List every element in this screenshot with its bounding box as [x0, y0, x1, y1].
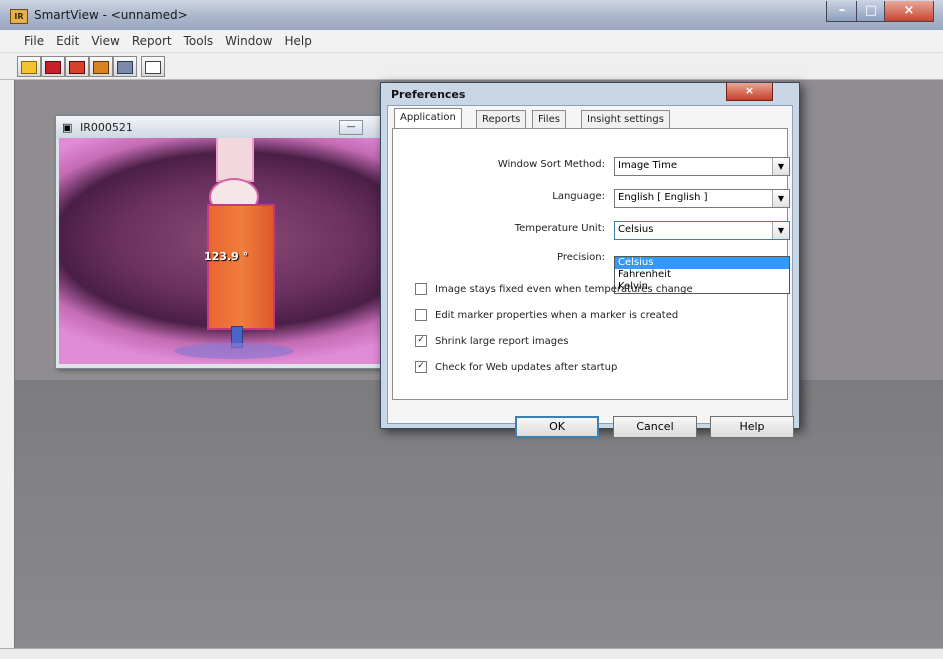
window-sort-label: Window Sort Method:	[497, 159, 605, 170]
ok-button[interactable]: OK	[515, 416, 599, 438]
dialog-close-button[interactable]: ×	[726, 83, 773, 101]
tab-files[interactable]: Files	[532, 110, 566, 129]
images-icon[interactable]	[65, 56, 89, 77]
checkbox-row-web-updates[interactable]: ✓ Check for Web updates after startup	[415, 361, 617, 373]
application-tab-panel: Window Sort Method: Image Time ▼ Languag…	[392, 128, 790, 400]
language-value: English [ English ]	[618, 192, 708, 203]
toolbar	[0, 53, 943, 80]
checkbox-label: Edit marker properties when a marker is …	[435, 310, 679, 321]
spot-temperature-marker[interactable]: 123.9 °	[204, 250, 248, 263]
menu-file[interactable]: File	[18, 30, 50, 52]
thermal-hotspot-body	[207, 204, 275, 330]
checkbox-checked[interactable]: ✓	[415, 361, 427, 373]
thermal-stem	[216, 138, 254, 182]
close-button[interactable]: ×	[884, 1, 934, 22]
checkbox-row-fixed-image[interactable]: Image stays fixed even when temperatures…	[415, 283, 693, 295]
menu-view[interactable]: View	[85, 30, 125, 52]
menu-tools[interactable]: Tools	[178, 30, 220, 52]
image-window-titlebar[interactable]: ▣ IR000521 —	[56, 116, 386, 138]
title-bar: IR SmartView - <unnamed> – □ ×	[0, 0, 943, 30]
dialog-title: Preferences	[391, 88, 466, 101]
menu-help[interactable]: Help	[279, 30, 318, 52]
tab-application[interactable]: Application	[394, 108, 462, 129]
checkbox[interactable]	[415, 309, 427, 321]
temperature-unit-select[interactable]: Celsius ▼	[614, 221, 790, 240]
thermal-reflection	[174, 343, 294, 359]
checkbox-label: Image stays fixed even when temperatures…	[435, 284, 693, 295]
language-select[interactable]: English [ English ] ▼	[614, 189, 790, 208]
temperature-unit-label: Temperature Unit:	[514, 223, 605, 234]
thermal-image[interactable]: 123.9 °	[59, 138, 383, 364]
checkbox-checked[interactable]: ✓	[415, 335, 427, 347]
menu-bar: File Edit View Report Tools Window Help	[0, 30, 943, 53]
tab-reports[interactable]: Reports	[476, 110, 527, 129]
status-bar	[0, 648, 943, 659]
window-sort-select[interactable]: Image Time ▼	[614, 157, 790, 176]
settings-tool-icon[interactable]	[113, 56, 137, 77]
chevron-down-icon[interactable]: ▼	[772, 222, 789, 239]
print-icon[interactable]	[141, 56, 165, 77]
language-label: Language:	[552, 191, 605, 202]
checkbox[interactable]	[415, 283, 427, 295]
image-icon: ▣	[62, 121, 73, 134]
image-window-title: IR000521	[80, 121, 133, 134]
app-icon: IR	[10, 9, 28, 24]
checkbox-label: Check for Web updates after startup	[435, 362, 618, 373]
image-window[interactable]: ▣ IR000521 — 123.9 °	[55, 115, 387, 369]
tab-insight-settings[interactable]: Insight settings	[581, 110, 670, 129]
cancel-button[interactable]: Cancel	[613, 416, 697, 438]
menu-report[interactable]: Report	[126, 30, 178, 52]
checkbox-row-shrink-images[interactable]: ✓ Shrink large report images	[415, 335, 568, 347]
minimize-button[interactable]: –	[826, 1, 858, 22]
menu-edit[interactable]: Edit	[50, 30, 85, 52]
temperature-unit-value: Celsius	[618, 224, 654, 235]
precision-label: Precision:	[557, 252, 605, 263]
menu-window[interactable]: Window	[219, 30, 278, 52]
checkbox-label: Shrink large report images	[435, 336, 569, 347]
open-icon[interactable]	[17, 56, 41, 77]
checkbox-row-edit-marker[interactable]: Edit marker properties when a marker is …	[415, 309, 678, 321]
dialog-body: Application Reports Files Insight settin…	[387, 105, 794, 438]
window-title: SmartView - <unnamed>	[34, 8, 188, 22]
maximize-button[interactable]: □	[856, 1, 886, 22]
window-sort-value: Image Time	[618, 160, 677, 171]
image-window-minimize-button[interactable]: —	[339, 120, 363, 135]
chevron-down-icon[interactable]: ▼	[772, 190, 789, 207]
help-button[interactable]: Help	[710, 416, 794, 438]
chevron-down-icon[interactable]: ▼	[772, 158, 789, 175]
option-celsius[interactable]: Celsius	[615, 257, 789, 269]
save-icon[interactable]	[41, 56, 65, 77]
report-edit-icon[interactable]	[89, 56, 113, 77]
preferences-dialog: Preferences × Application Reports Files …	[380, 82, 800, 438]
option-fahrenheit[interactable]: Fahrenheit	[615, 269, 789, 281]
